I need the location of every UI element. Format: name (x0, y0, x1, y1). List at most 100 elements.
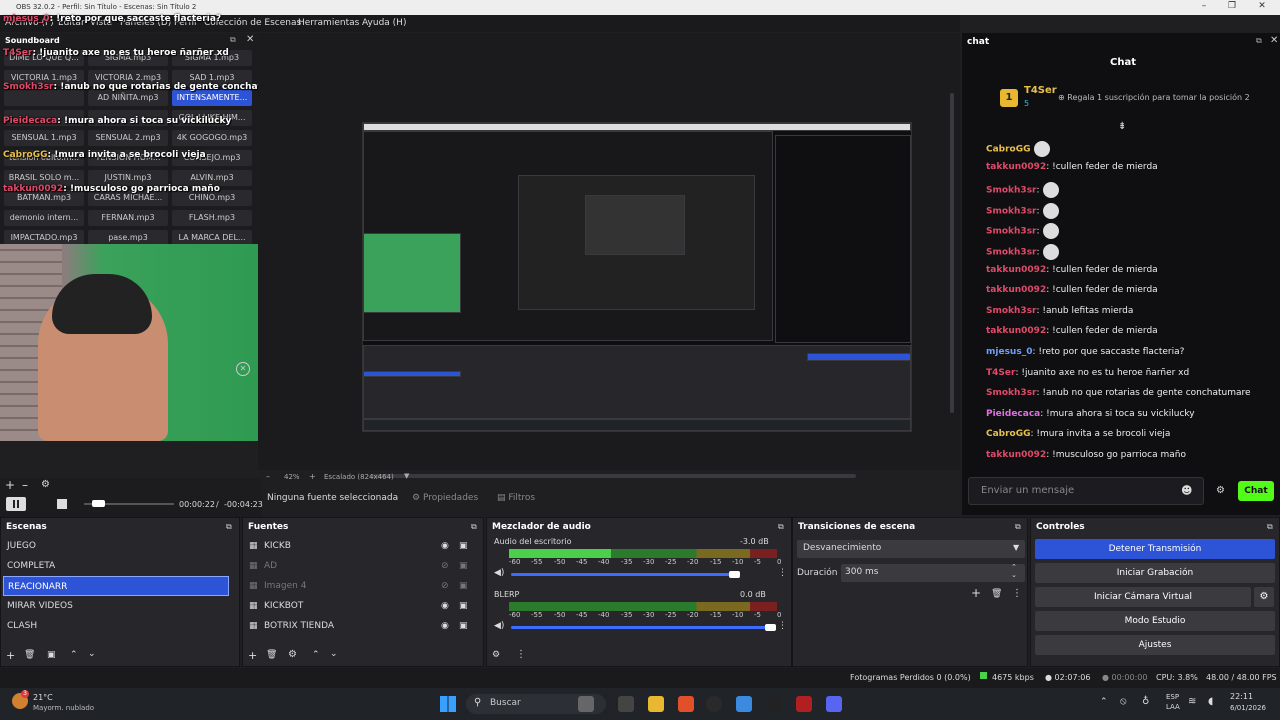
sound-button[interactable]: SENSUAL 2.mp3 (88, 130, 168, 146)
zoom-in-icon[interactable]: + (309, 472, 316, 481)
trash-icon[interactable]: 🗑 (266, 650, 277, 660)
lock-icon[interactable]: ▣ (459, 616, 468, 636)
minus-icon[interactable]: – (22, 478, 28, 492)
scene-item[interactable]: COMPLETA (3, 556, 229, 576)
add-transition-icon[interactable]: + (971, 586, 981, 600)
trash-icon[interactable]: 🗑 (991, 589, 1002, 599)
more-icon[interactable]: ⋮ (1012, 588, 1022, 599)
zoom-out-icon[interactable]: – (266, 472, 270, 481)
gear-icon[interactable]: ⚙ (41, 479, 50, 490)
pin-icon[interactable]: ⇟ (1118, 121, 1126, 132)
preview-hscroll[interactable] (370, 474, 856, 478)
app-icon-circle[interactable] (706, 696, 722, 712)
close-icon[interactable]: ✕ (1252, 1, 1272, 11)
move-up-icon[interactable]: ⌃ (312, 650, 320, 660)
undock-icon[interactable]: ⧉ (778, 522, 784, 532)
scene-filter-icon[interactable]: ▣ (47, 650, 56, 660)
maximize-icon[interactable]: ❐ (1222, 1, 1242, 11)
app-icon-red[interactable] (796, 696, 812, 712)
sound-button[interactable]: AD NIÑITA.mp3 (88, 90, 168, 106)
more-icon[interactable]: ⋮ (778, 621, 787, 631)
lock-icon[interactable]: ▣ (459, 536, 468, 556)
chat-username[interactable]: T4Ser (986, 368, 1015, 378)
move-down-icon[interactable]: ⌄ (88, 649, 96, 659)
source-item[interactable]: ▦ BOTRIX TIENDA ◉ ▣ (247, 616, 472, 636)
undock-icon[interactable]: ⧉ (471, 522, 477, 532)
filters-button[interactable]: ▤ Filtros (497, 493, 535, 503)
source-item[interactable]: ▦ KICKBOT ◉ ▣ (247, 596, 472, 616)
chat-username[interactable]: takkun0092 (986, 450, 1046, 460)
source-item[interactable]: ▦ AD ⊘ ▣ (247, 556, 472, 576)
close-dock-icon[interactable]: ✕ (1270, 35, 1278, 46)
undock-icon[interactable]: ⧉ (1256, 36, 1262, 46)
gear-icon[interactable]: ⚙ (288, 649, 297, 660)
minimize-icon[interactable]: – (1194, 1, 1214, 11)
message-input[interactable]: Enviar un mensaje ☻ (968, 477, 1204, 505)
task-view-icon[interactable] (618, 696, 634, 712)
settings-button[interactable]: Ajustes (1035, 635, 1275, 655)
lock-icon[interactable]: ▣ (459, 556, 468, 576)
sound-button[interactable] (4, 90, 84, 106)
speaker-icon[interactable]: ◀) (494, 621, 504, 631)
close-circle-icon[interactable]: ✕ (236, 362, 250, 376)
obs-icon[interactable] (766, 696, 782, 712)
scene-item[interactable]: JUEGO (3, 536, 229, 556)
discord-icon[interactable] (826, 696, 842, 712)
stop-button[interactable] (57, 499, 67, 509)
lock-icon[interactable]: ▣ (459, 596, 468, 616)
menu-ayuda[interactable]: Ayuda (H) (362, 18, 406, 28)
lock-icon[interactable]: ▣ (459, 576, 468, 596)
chat-username[interactable]: Smokh3sr (986, 388, 1037, 398)
chevron-down-icon[interactable]: ▼ (404, 472, 409, 480)
stop-stream-button[interactable]: Detener Transmisión (1035, 539, 1275, 559)
sound-button[interactable]: SENSUAL 1.mp3 (4, 130, 84, 146)
speaker-icon[interactable]: ◀) (494, 568, 504, 578)
file-explorer-icon[interactable] (648, 696, 664, 712)
chat-username[interactable]: Pieidecaca (986, 409, 1040, 419)
chat-username[interactable]: takkun0092 (986, 162, 1046, 172)
sound-button[interactable]: FLASH.mp3 (172, 210, 252, 226)
network-icon[interactable]: ⦸ (1120, 696, 1127, 707)
chat-username[interactable]: Smokh3sr (986, 306, 1037, 316)
chat-username[interactable]: Smokh3sr (986, 186, 1037, 196)
stepper-up-icon[interactable]: ⌃ (1011, 563, 1017, 571)
duration-input[interactable]: 300 ms ⌃ ⌄ (841, 563, 1025, 582)
undock-icon[interactable]: ⧉ (230, 35, 236, 45)
chat-username[interactable]: Smokh3sr (986, 206, 1037, 216)
app-icon-people[interactable] (578, 696, 594, 712)
wifi-icon[interactable]: ≋ (1188, 696, 1196, 707)
sound-button[interactable]: 4K GOGOGO.mp3 (172, 130, 252, 146)
visibility-eye-icon[interactable]: ◉ (441, 616, 449, 636)
scene-item[interactable]: CLASH (3, 616, 229, 636)
studio-mode-button[interactable]: Modo Estudio (1035, 611, 1275, 631)
emoji-icon[interactable]: ☻ (1181, 484, 1192, 497)
source-item[interactable]: ▦ Imagen 4 ⊘ ▣ (247, 576, 472, 596)
chat-username[interactable]: mjesus_0 (986, 347, 1032, 357)
volume-knob[interactable] (765, 624, 776, 631)
send-chat-button[interactable]: Chat (1238, 481, 1274, 501)
volume-knob[interactable] (729, 571, 740, 578)
trash-icon[interactable]: 🗑 (24, 650, 35, 660)
chat-username[interactable]: CabroGG (986, 429, 1031, 439)
scene-item[interactable]: REACIONARR (3, 576, 229, 596)
preview-canvas[interactable] (362, 122, 912, 432)
sound-button[interactable]: INTENSAMENTE... (172, 90, 252, 106)
undock-icon[interactable]: ⧉ (1015, 522, 1021, 532)
volume-slider[interactable] (511, 626, 773, 629)
sound-button[interactable]: demonio intern... (4, 210, 84, 226)
windows-start-icon[interactable] (440, 696, 456, 712)
pause-button[interactable] (6, 497, 26, 511)
add-source-icon[interactable]: + (248, 649, 257, 662)
more-icon[interactable]: ⋮ (778, 568, 787, 578)
chat-username[interactable]: takkun0092 (986, 285, 1046, 295)
gear-icon[interactable]: ⚙ (1216, 485, 1225, 496)
move-down-icon[interactable]: ⌄ (330, 649, 338, 659)
tray-chevron-icon[interactable]: ⌃ (1100, 697, 1108, 707)
close-dock-icon[interactable]: ✕ (246, 34, 254, 45)
menu-herramientas[interactable]: Herramientas (298, 18, 359, 28)
brave-browser-icon[interactable] (678, 696, 694, 712)
source-item[interactable]: ▦ KICKB ◉ ▣ (247, 536, 472, 556)
scene-item[interactable]: MIRAR VIDEOS (3, 596, 229, 616)
start-recording-button[interactable]: Iniciar Grabación (1035, 563, 1275, 583)
sound-button[interactable]: FERNAN.mp3 (88, 210, 168, 226)
